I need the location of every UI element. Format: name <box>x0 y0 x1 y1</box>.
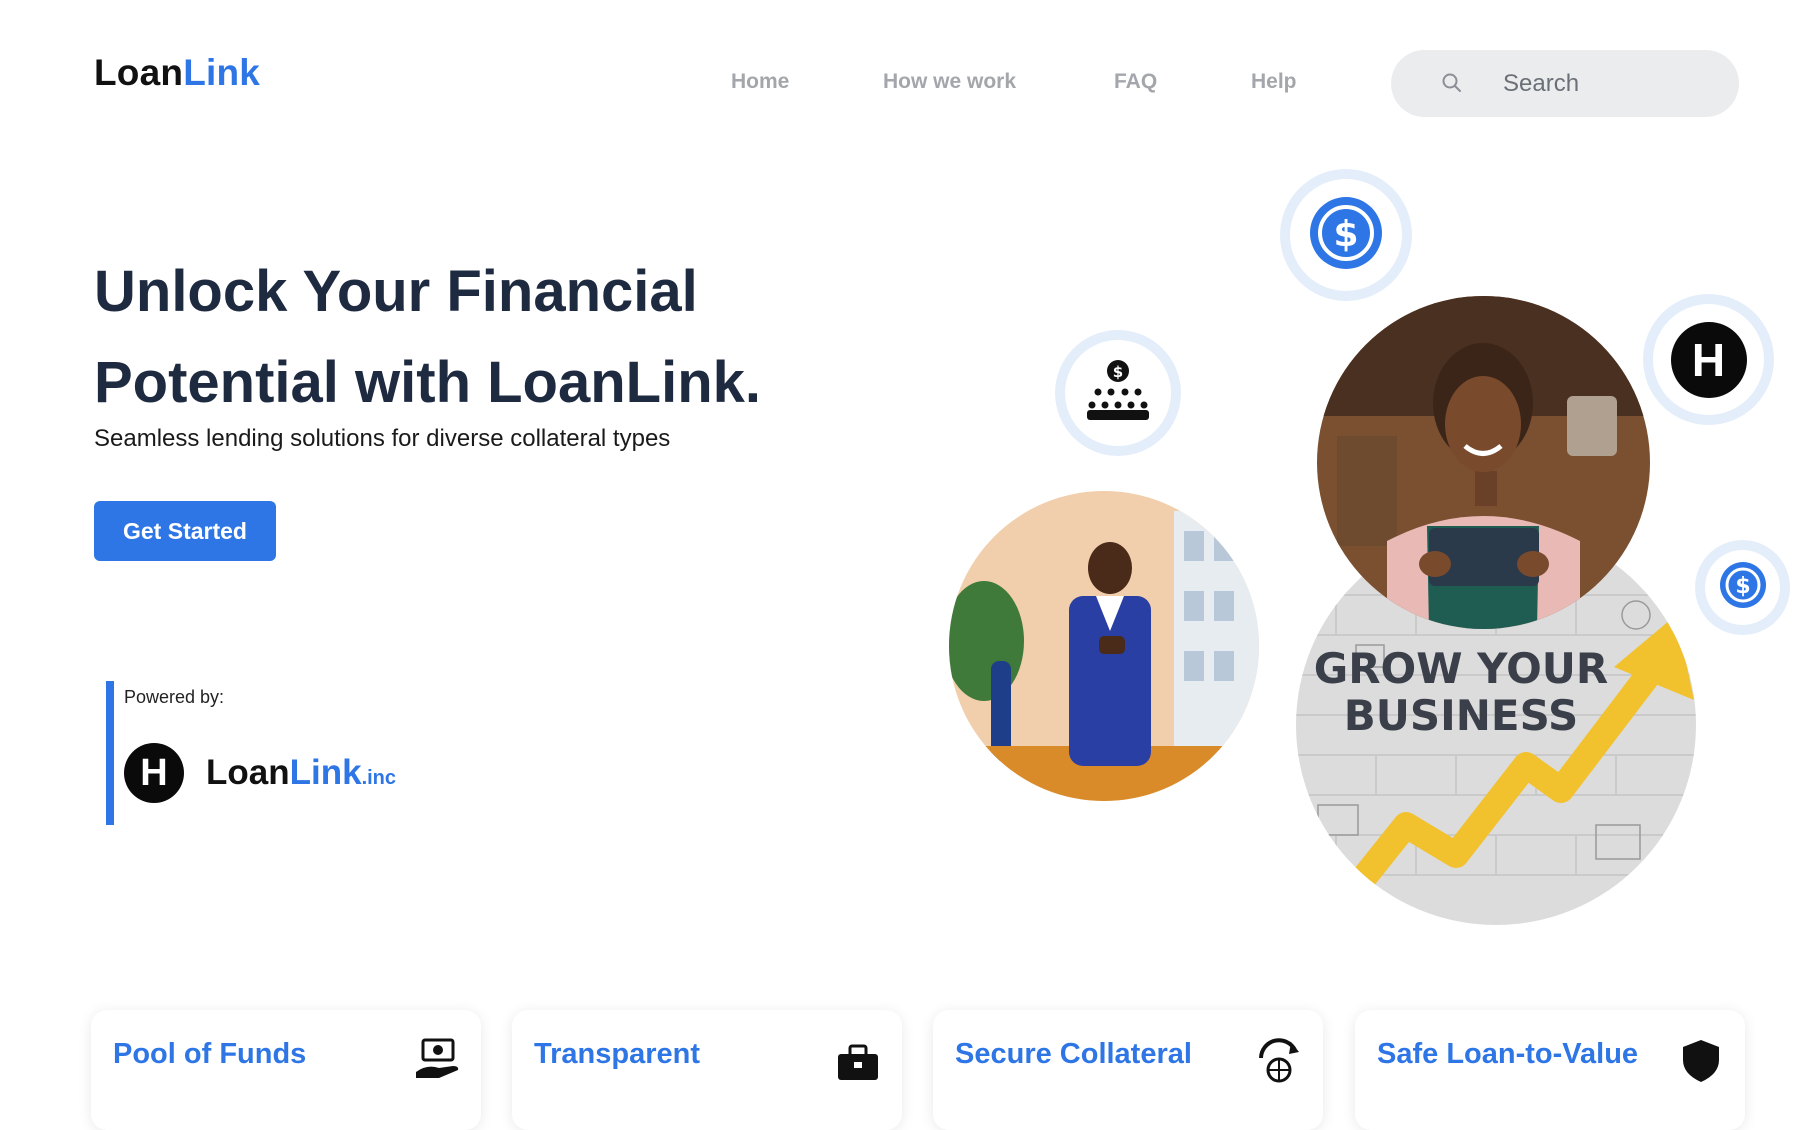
hedera-icon: H <box>1670 321 1747 398</box>
woman-with-tablet-image <box>1317 296 1650 629</box>
dollar-coin-icon: $ <box>1308 195 1384 276</box>
nav-help[interactable]: Help <box>1251 70 1297 94</box>
svg-text:BUSINESS: BUSINESS <box>1344 691 1578 740</box>
feature-card-secure-collateral[interactable]: Secure Collateral <box>933 1010 1323 1130</box>
feature-card-transparent[interactable]: Transparent <box>512 1010 902 1130</box>
dollar-coin-bubble-large: $ <box>1290 179 1402 291</box>
money-hand-icon <box>413 1036 461 1089</box>
brand-link: Link <box>289 753 362 792</box>
businessman-on-phone-image <box>949 491 1259 801</box>
brand-loan: Loan <box>206 753 290 792</box>
powered-by: Powered by: H LoanLink.inc <box>106 681 446 825</box>
nav-faq[interactable]: FAQ <box>1114 70 1157 94</box>
feature-title: Pool of Funds <box>113 1038 307 1070</box>
hedera-bubble: H <box>1653 304 1764 415</box>
powered-by-brand[interactable]: LoanLink.inc <box>206 753 396 793</box>
crowdfunding-bubble: $ <box>1065 340 1171 446</box>
search-icon <box>1441 72 1463 99</box>
feature-title: Transparent <box>534 1038 700 1070</box>
svg-text:$: $ <box>1333 214 1358 255</box>
feature-title: Secure Collateral <box>955 1038 1192 1070</box>
powered-by-label: Powered by: <box>124 687 225 707</box>
globe-cycle-icon <box>1255 1036 1303 1089</box>
search-input[interactable] <box>1501 63 1715 105</box>
brand-inc: .inc <box>361 767 397 789</box>
svg-text:$: $ <box>1735 574 1750 599</box>
feature-title: Safe Loan-to-Value <box>1377 1038 1639 1070</box>
svg-text:GROW YOUR: GROW YOUR <box>1314 644 1609 693</box>
get-started-button[interactable]: Get Started <box>94 501 276 561</box>
search-bar[interactable] <box>1391 50 1739 117</box>
svg-text:$: $ <box>1113 363 1123 381</box>
crowdfunding-icon: $ <box>1085 358 1151 429</box>
feature-card-safe-loan-to-value[interactable]: Safe Loan-to-Value <box>1355 1010 1745 1130</box>
nav-how-we-work[interactable]: How we work <box>883 70 1016 94</box>
hero-headline: Unlock Your Financial Potential with Loa… <box>94 259 761 415</box>
dollar-coin-icon: $ <box>1719 561 1767 614</box>
accent-bar <box>106 681 114 825</box>
shield-icon <box>1677 1036 1725 1089</box>
feature-card-pool-of-funds[interactable]: Pool of Funds <box>91 1010 481 1130</box>
hero-subtitle: Seamless lending solutions for diverse c… <box>94 425 671 452</box>
dollar-coin-bubble-small: $ <box>1705 550 1780 625</box>
hedera-logo-icon: H <box>124 743 184 803</box>
briefcase-icon <box>834 1036 882 1089</box>
nav-home[interactable]: Home <box>731 70 789 94</box>
